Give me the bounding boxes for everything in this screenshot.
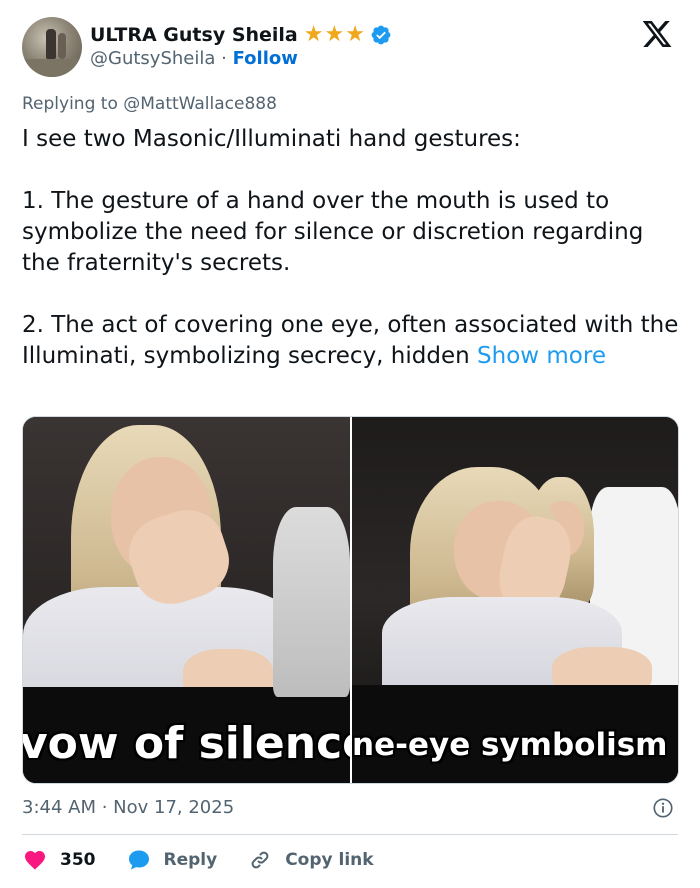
handle[interactable]: @GutsySheila [90, 48, 215, 69]
show-more-link[interactable]: Show more [477, 343, 606, 369]
like-button[interactable]: 350 [22, 848, 96, 872]
x-logo-icon[interactable] [640, 18, 674, 50]
tweet-paragraph-1: I see two Masonic/Illuminati hand gestur… [22, 126, 521, 152]
media-panel-left: vow of silence [23, 417, 350, 783]
verified-icon [371, 25, 391, 45]
reply-label: Reply [163, 850, 218, 870]
reply-bubble-icon [128, 850, 149, 870]
copy-link-label: Copy link [285, 850, 374, 870]
tweet-header: ULTRA Gutsy Sheila ★★★ @GutsySheila · Fo… [0, 0, 700, 90]
media-image[interactable]: vow of silence ne-eye symbolism [22, 416, 679, 784]
like-count: 350 [60, 850, 96, 870]
caption-one-eye-symbolism: ne-eye symbolism [352, 727, 668, 763]
info-icon[interactable] [652, 797, 674, 819]
star-icon: ★★★ [303, 22, 366, 47]
tweet-paragraph-2: 1. The gesture of a hand over the mouth … [22, 188, 644, 276]
tweet-text: I see two Masonic/Illuminati hand gestur… [22, 124, 682, 372]
heart-icon [25, 851, 45, 870]
divider [22, 834, 678, 835]
display-name[interactable]: ULTRA Gutsy Sheila [90, 24, 298, 46]
replying-to[interactable]: Replying to @MattWallace888 [22, 94, 277, 114]
timestamp[interactable]: 3:44 AM · Nov 17, 2025 [22, 797, 234, 818]
caption-vow-of-silence: vow of silence [23, 718, 350, 769]
link-icon [251, 851, 269, 869]
author-name-row: ULTRA Gutsy Sheila ★★★ [90, 22, 392, 48]
media-panel-right: ne-eye symbolism [352, 417, 678, 783]
tweet-paragraph-3: 2. The act of covering one eye, often as… [22, 310, 682, 372]
reply-button[interactable]: Reply [126, 848, 218, 872]
copy-link-button[interactable]: Copy link [247, 848, 374, 872]
avatar[interactable] [22, 17, 82, 77]
handle-separator: · [221, 48, 227, 69]
action-bar: 350 Reply Copy link [22, 846, 404, 874]
follow-button[interactable]: Follow [233, 48, 298, 69]
handle-row: @GutsySheila · Follow [90, 48, 298, 69]
